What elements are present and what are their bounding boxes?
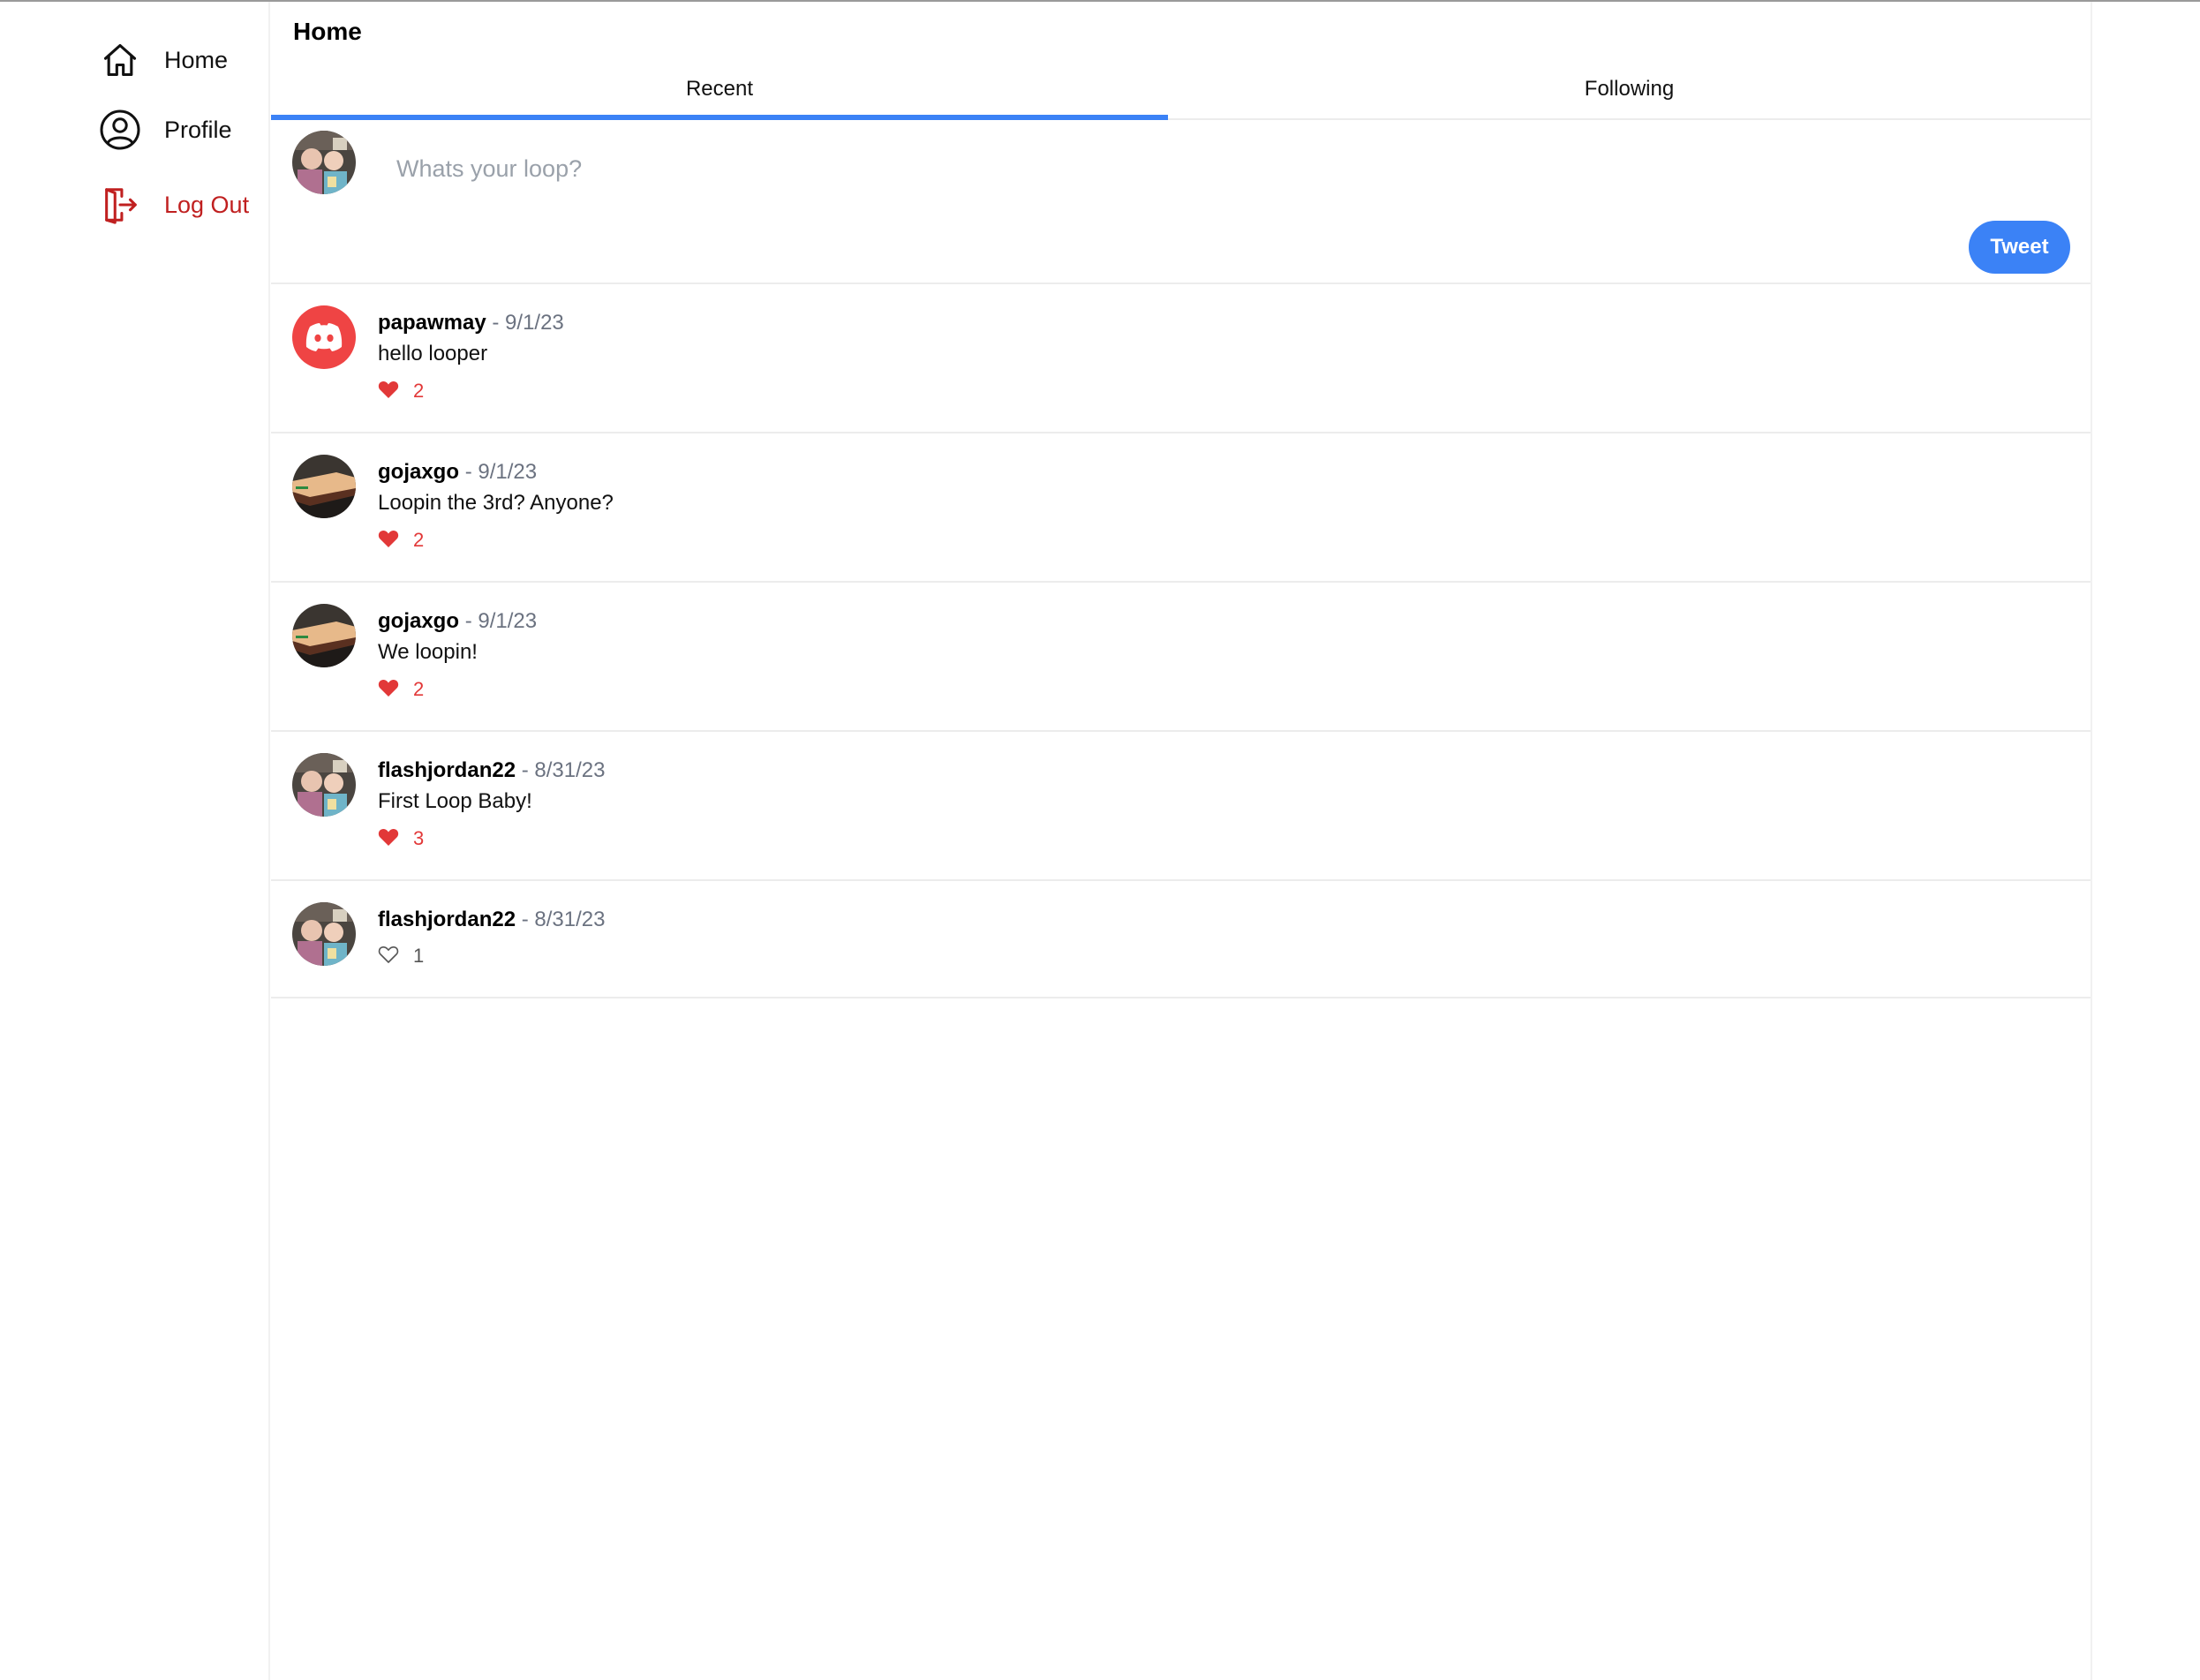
- list-item: papawmay - 9/1/23 hello looper 2: [271, 284, 2091, 433]
- post-text: We loopin!: [378, 640, 478, 664]
- page-title: Home: [293, 18, 362, 45]
- like-count: 2: [413, 529, 425, 551]
- tweet-input[interactable]: [395, 143, 2058, 194]
- home-icon: [99, 39, 141, 81]
- heart-filled-icon: [378, 678, 399, 702]
- post-header: papawmay - 9/1/23: [378, 311, 564, 335]
- username[interactable]: gojaxgo: [378, 609, 459, 633]
- username[interactable]: flashjordan22: [378, 758, 516, 782]
- post-text: hello looper: [378, 342, 488, 365]
- post-header: gojaxgo - 9/1/23: [378, 460, 537, 485]
- avatar[interactable]: [292, 305, 356, 369]
- like-count: 2: [413, 678, 425, 700]
- like-button[interactable]: 2: [378, 527, 424, 554]
- tweet-composer: Tweet: [271, 120, 2091, 284]
- avatar[interactable]: [292, 455, 356, 518]
- username[interactable]: gojaxgo: [378, 460, 459, 484]
- like-count: 3: [413, 827, 425, 849]
- discord-icon: [292, 305, 356, 369]
- sidebar-item-label: Profile: [164, 116, 232, 143]
- post-date: - 9/1/23: [464, 460, 538, 484]
- tab-recent[interactable]: Recent: [271, 60, 1168, 118]
- avatar[interactable]: [292, 604, 356, 667]
- avatar[interactable]: [292, 902, 356, 966]
- sidebar-item-profile[interactable]: Profile: [99, 103, 232, 156]
- like-count: 2: [413, 380, 425, 402]
- tweet-button[interactable]: Tweet: [1969, 221, 2070, 274]
- post-text: First Loop Baby!: [378, 789, 532, 813]
- sidebar-item-home[interactable]: Home: [99, 34, 228, 87]
- list-item: flashjordan22 - 8/31/23 1: [271, 881, 2091, 998]
- list-item: gojaxgo - 9/1/23 Loopin the 3rd? Anyone?…: [271, 433, 2091, 583]
- like-button[interactable]: 2: [378, 378, 424, 404]
- user-circle-icon: [99, 109, 141, 151]
- sidebar-item-logout[interactable]: Log Out: [99, 178, 249, 231]
- username[interactable]: papawmay: [378, 311, 486, 335]
- like-button[interactable]: 3: [378, 825, 424, 852]
- post-header: gojaxgo - 9/1/23: [378, 609, 537, 634]
- heart-filled-icon: [378, 380, 399, 403]
- post-date: - 8/31/23: [521, 908, 606, 931]
- sidebar: Home Profile Log Out: [0, 2, 270, 1680]
- username[interactable]: flashjordan22: [378, 908, 516, 931]
- post-header: flashjordan22 - 8/31/23: [378, 758, 605, 783]
- post-date: - 9/1/23: [492, 311, 564, 335]
- avatar[interactable]: [292, 131, 356, 194]
- post-header: flashjordan22 - 8/31/23: [378, 908, 605, 932]
- post-date: - 8/31/23: [521, 758, 606, 782]
- logout-icon: [99, 184, 141, 226]
- tab-following[interactable]: Following: [1168, 60, 2091, 118]
- like-button[interactable]: 2: [378, 676, 424, 703]
- like-button[interactable]: 1: [378, 943, 424, 969]
- post-text: Loopin the 3rd? Anyone?: [378, 491, 614, 515]
- sidebar-item-label: Home: [164, 46, 229, 73]
- list-item: gojaxgo - 9/1/23 We loopin! 2: [271, 583, 2091, 732]
- heart-filled-icon: [378, 529, 399, 553]
- post-date: - 9/1/23: [464, 609, 538, 633]
- post-list: papawmay - 9/1/23 hello looper 2 gojaxgo…: [271, 284, 2091, 998]
- list-item: flashjordan22 - 8/31/23 First Loop Baby!…: [271, 732, 2091, 881]
- main-feed-panel: Home Recent Following Tweet: [271, 2, 2092, 1680]
- heart-outline-icon: [378, 945, 399, 968]
- heart-filled-icon: [378, 827, 399, 851]
- feed-tabs: Recent Following: [271, 60, 2091, 120]
- sidebar-item-label: Log Out: [164, 191, 250, 218]
- like-count: 1: [413, 945, 425, 967]
- avatar[interactable]: [292, 753, 356, 817]
